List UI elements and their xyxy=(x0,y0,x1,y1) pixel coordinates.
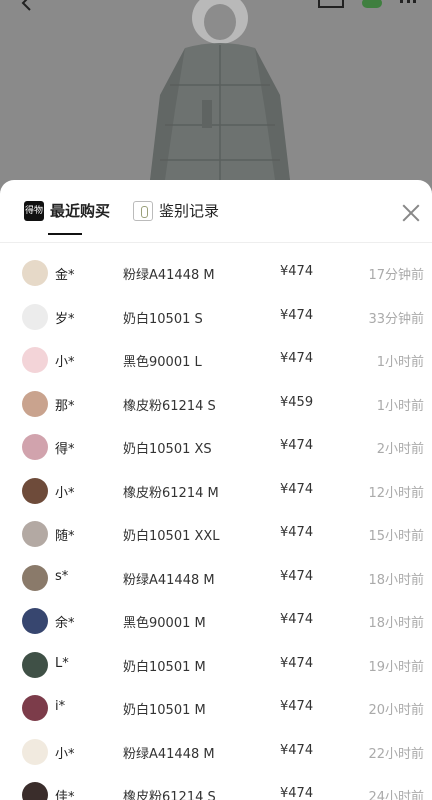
avatar xyxy=(22,782,48,800)
purchase-price: ¥474 xyxy=(280,525,314,540)
service-icon[interactable] xyxy=(362,0,382,8)
active-tab-indicator xyxy=(48,233,82,235)
share-icon[interactable] xyxy=(318,0,344,8)
purchase-time: 22小时前 xyxy=(368,746,424,762)
buyer-name: i* xyxy=(55,699,66,714)
buyer-name: 那* xyxy=(55,398,75,414)
purchase-price: ¥474 xyxy=(280,438,314,453)
product-spec: 奶白10501 S xyxy=(123,311,203,327)
buyer-name: 佳* xyxy=(55,790,75,800)
tab-bar: 得物 最近购买 鉴别记录 xyxy=(0,180,432,243)
purchase-time: 15小时前 xyxy=(368,529,424,544)
product-spec: 粉绿A41448 M xyxy=(123,572,215,588)
tab-authentication-records-label: 鉴别记录 xyxy=(159,202,220,220)
purchase-row: 得* 奶白10501 XS ¥474 2小时前 xyxy=(0,428,432,472)
purchase-price: ¥474 xyxy=(280,568,314,584)
product-spec: 奶白10501 XS xyxy=(123,442,212,457)
purchase-price: ¥474 xyxy=(280,786,314,800)
purchase-time: 18小时前 xyxy=(368,616,424,631)
product-spec: 橡皮粉61214 S xyxy=(123,398,216,414)
purchase-price: ¥474 xyxy=(280,307,314,323)
more-icon[interactable] xyxy=(400,0,416,5)
purchase-price: ¥474 xyxy=(280,699,314,714)
buyer-name: s* xyxy=(55,568,69,584)
buyer-name: L* xyxy=(55,655,69,671)
tab-recent-purchases[interactable]: 得物 最近购买 xyxy=(24,200,110,221)
buyer-name: 随* xyxy=(55,529,75,544)
avatar xyxy=(22,303,48,330)
purchase-row: 岁* 奶白10501 S ¥474 33分钟前 xyxy=(0,298,432,342)
avatar xyxy=(22,521,48,547)
purchase-time: 12小时前 xyxy=(368,485,424,501)
tab-authentication-records[interactable]: 鉴别记录 xyxy=(133,200,219,221)
back-arrow-icon[interactable] xyxy=(18,0,36,12)
authentication-icon xyxy=(133,200,153,221)
product-spec: 橡皮粉61214 M xyxy=(123,485,219,501)
buyer-name: 小* xyxy=(55,355,75,370)
avatar xyxy=(22,390,48,417)
purchase-row: 随* 奶白10501 XXL ¥474 15小时前 xyxy=(0,515,432,559)
product-spec: 粉绿A41448 M xyxy=(123,268,215,283)
avatar xyxy=(22,477,48,504)
purchase-time: 2小时前 xyxy=(376,442,424,457)
purchase-row: 小* 黑色90001 L ¥474 1小时前 xyxy=(0,341,432,385)
purchase-row: L* 奶白10501 M ¥474 19小时前 xyxy=(0,646,432,690)
purchase-price: ¥474 xyxy=(280,742,314,758)
purchase-row: 那* 橡皮粉61214 S ¥459 1小时前 xyxy=(0,385,432,429)
dewu-logo-icon: 得物 xyxy=(24,200,44,221)
avatar xyxy=(22,651,48,678)
purchase-time: 1小时前 xyxy=(376,398,424,414)
purchase-price: ¥474 xyxy=(280,655,314,671)
avatar xyxy=(22,738,48,765)
purchase-price: ¥459 xyxy=(280,394,314,410)
buyer-name: 小* xyxy=(55,746,75,762)
recent-purchases-sheet: 得物 最近购买 鉴别记录 金* 粉绿A41448 M ¥474 17分钟前岁* 奶白10… xyxy=(0,180,432,800)
buyer-name: 得* xyxy=(55,442,75,457)
buyer-name: 小* xyxy=(55,485,75,501)
product-spec: 奶白10501 M xyxy=(123,703,206,718)
product-spec: 粉绿A41448 M xyxy=(123,746,215,762)
purchase-list: 金* 粉绿A41448 M ¥474 17分钟前岁* 奶白10501 S ¥474 33分钟… xyxy=(0,254,432,800)
tab-recent-purchases-label: 最近购买 xyxy=(50,202,111,220)
buyer-name: 岁* xyxy=(55,311,75,327)
avatar xyxy=(22,434,48,460)
avatar xyxy=(22,347,48,373)
buyer-name: 金* xyxy=(55,268,75,283)
purchase-price: ¥474 xyxy=(280,264,314,279)
product-spec: 奶白10501 XXL xyxy=(123,529,220,544)
product-spec: 奶白10501 M xyxy=(123,659,206,675)
purchase-time: 20小时前 xyxy=(368,703,424,718)
purchase-price: ¥474 xyxy=(280,481,314,497)
purchase-time: 1小时前 xyxy=(376,355,424,370)
product-spec: 黑色90001 L xyxy=(123,355,202,370)
purchase-time: 17分钟前 xyxy=(368,268,424,283)
purchase-price: ¥474 xyxy=(280,351,314,366)
product-spec: 黑色90001 M xyxy=(123,616,206,631)
purchase-row: i* 奶白10501 M ¥474 20小时前 xyxy=(0,689,432,733)
purchase-row: s* 粉绿A41448 M ¥474 18小时前 xyxy=(0,559,432,603)
purchase-time: 19小时前 xyxy=(368,659,424,675)
purchase-row: 金* 粉绿A41448 M ¥474 17分钟前 xyxy=(0,254,432,298)
purchase-row: 佳* 橡皮粉61214 S ¥474 24小时前 xyxy=(0,776,432,800)
purchase-row: 余* 黑色90001 M ¥474 18小时前 xyxy=(0,602,432,646)
buyer-name: 余* xyxy=(55,616,75,631)
jacket-product-image xyxy=(150,0,290,180)
close-icon[interactable] xyxy=(400,202,422,224)
purchase-row: 小* 橡皮粉61214 M ¥474 12小时前 xyxy=(0,472,432,516)
avatar xyxy=(22,695,48,721)
purchase-row: 小* 粉绿A41448 M ¥474 22小时前 xyxy=(0,733,432,777)
avatar xyxy=(22,564,48,591)
purchase-price: ¥474 xyxy=(280,612,314,627)
product-image-backdrop xyxy=(0,0,432,200)
purchase-time: 18小时前 xyxy=(368,572,424,588)
avatar xyxy=(22,260,48,286)
purchase-time: 33分钟前 xyxy=(368,311,424,327)
purchase-time: 24小时前 xyxy=(368,790,424,800)
product-spec: 橡皮粉61214 S xyxy=(123,790,216,800)
avatar xyxy=(22,608,48,634)
